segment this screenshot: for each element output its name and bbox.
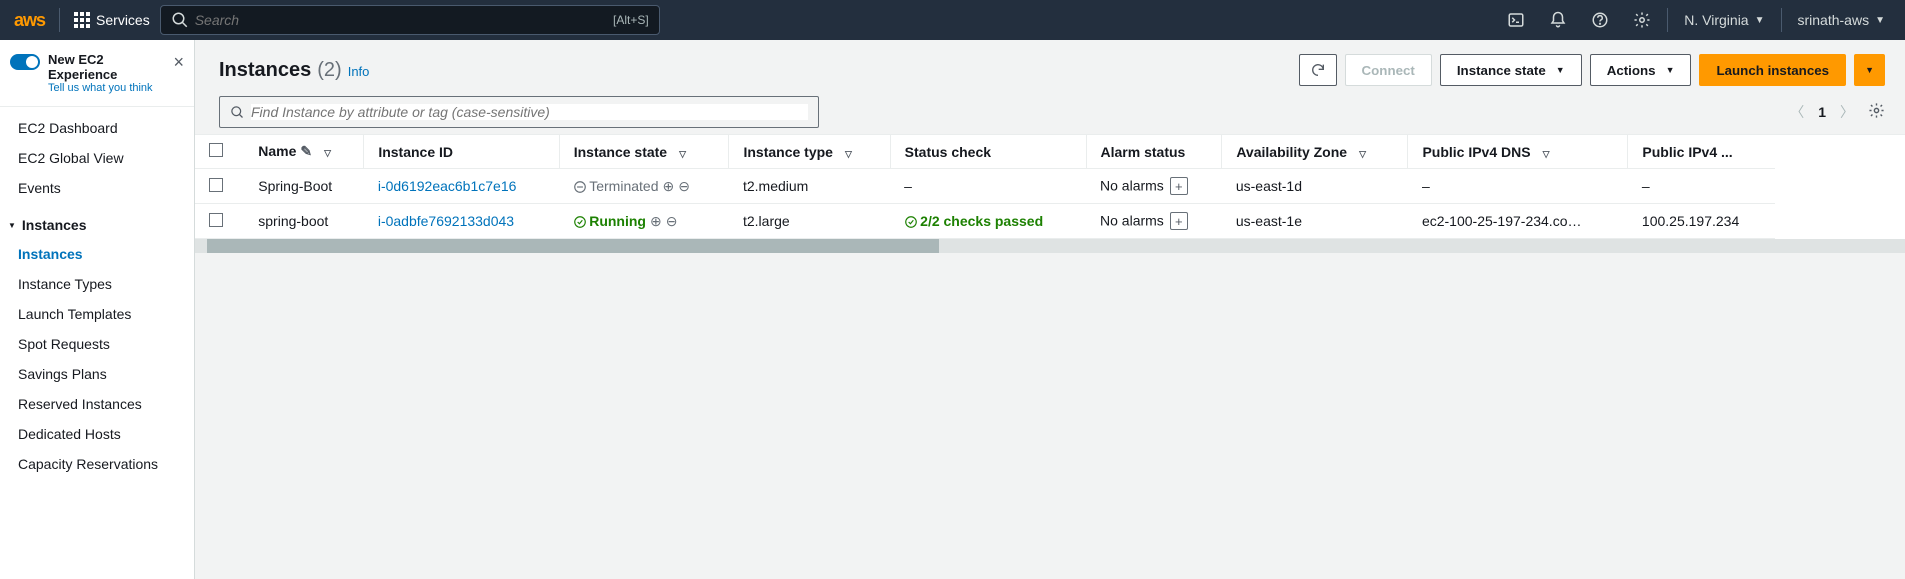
sidebar-item[interactable]: EC2 Global View: [0, 143, 194, 173]
caret-down-icon: ▼: [1875, 15, 1885, 26]
page-next[interactable]: 〉: [1840, 102, 1854, 122]
region-selector[interactable]: N. Virginia ▼: [1672, 0, 1776, 40]
table-settings-button[interactable]: [1868, 102, 1885, 122]
sidebar-item[interactable]: EC2 Dashboard: [0, 113, 194, 143]
search-icon: [230, 105, 245, 120]
sidebar-item[interactable]: Dedicated Hosts: [0, 419, 194, 449]
experience-feedback-link[interactable]: Tell us what you think: [48, 82, 173, 94]
cell-status: 2/2 checks passed: [890, 204, 1086, 239]
cell-name: spring-boot: [244, 204, 364, 239]
instances-table: Name✎▽ Instance ID Instance state▽ Insta…: [195, 134, 1905, 239]
services-grid-icon: [74, 12, 90, 28]
cell-type: t2.large: [729, 204, 890, 239]
connect-button[interactable]: Connect: [1345, 54, 1432, 86]
account-menu[interactable]: srinath-aws ▼: [1786, 0, 1898, 40]
chevron-down-icon: ▼: [8, 221, 16, 230]
table-row[interactable]: Spring-Boot i-0d6192eac6b1c7e16 Terminated…: [195, 169, 1775, 204]
settings-button[interactable]: [1621, 0, 1663, 40]
page-prev[interactable]: 〈: [1790, 102, 1804, 122]
row-checkbox[interactable]: [209, 178, 223, 192]
sort-icon[interactable]: ▽: [324, 148, 331, 158]
close-banner-button[interactable]: ×: [173, 52, 184, 73]
actions-button[interactable]: Actions▼: [1590, 54, 1692, 86]
caret-down-icon: ▼: [1755, 15, 1765, 26]
sidebar-item[interactable]: Instance Types: [0, 269, 194, 299]
cell-ip: –: [1628, 169, 1775, 204]
instance-state-button[interactable]: Instance state▼: [1440, 54, 1582, 86]
sidebar-section-instances[interactable]: ▼ Instances: [0, 209, 194, 239]
notifications-button[interactable]: [1537, 0, 1579, 40]
global-search-input[interactable]: [195, 12, 613, 28]
add-alarm-button[interactable]: +: [1170, 212, 1188, 230]
sidebar-item[interactable]: Launch Templates: [0, 299, 194, 329]
filter-input[interactable]: [251, 104, 808, 120]
sidebar-item[interactable]: Instances: [0, 239, 194, 269]
cell-dns: –: [1408, 169, 1628, 204]
cell-type: t2.medium: [729, 169, 890, 204]
instance-id-link[interactable]: i-0adbfe7692133d043: [378, 213, 514, 229]
sort-icon[interactable]: ▽: [1359, 149, 1366, 159]
sidebar-item[interactable]: Events: [0, 173, 194, 203]
edit-icon[interactable]: ✎: [300, 143, 312, 159]
zoom-out-icon[interactable]: ⊖: [678, 178, 690, 194]
cell-az: us-east-1d: [1222, 169, 1408, 204]
table-row[interactable]: spring-boot i-0adbfe7692133d043 Running⊕⊖t…: [195, 204, 1775, 239]
zoom-in-icon[interactable]: ⊕: [662, 178, 674, 194]
instance-count: (2): [317, 59, 341, 82]
refresh-icon: [1310, 62, 1326, 78]
cell-name: Spring-Boot: [244, 169, 364, 204]
experience-title: New EC2 Experience: [48, 52, 173, 82]
search-icon: [171, 11, 189, 29]
refresh-button[interactable]: [1299, 54, 1337, 86]
global-search[interactable]: [Alt+S]: [160, 5, 660, 35]
gear-icon: [1868, 102, 1885, 119]
new-experience-banner: New EC2 Experience Tell us what you thin…: [0, 40, 194, 107]
cell-state: Running⊕⊖: [559, 204, 729, 239]
horizontal-scrollbar[interactable]: [195, 239, 1905, 253]
terminal-icon: [1507, 11, 1525, 29]
sidebar-section-label: Instances: [22, 217, 87, 233]
sort-icon[interactable]: ▽: [1543, 149, 1550, 159]
cell-status: –: [890, 169, 1086, 204]
cell-alarm: No alarms+: [1086, 169, 1222, 204]
filter-instances[interactable]: [219, 96, 819, 128]
instance-id-link[interactable]: i-0d6192eac6b1c7e16: [378, 178, 517, 194]
launch-instances-dropdown[interactable]: ▼: [1854, 54, 1885, 86]
search-shortcut: [Alt+S]: [613, 13, 649, 27]
cell-az: us-east-1e: [1222, 204, 1408, 239]
cell-state: Terminated⊕⊖: [559, 169, 729, 204]
sidebar: New EC2 Experience Tell us what you thin…: [0, 40, 195, 579]
main-panel: Instances (2) Info Connect Instance stat…: [195, 40, 1905, 579]
page-title: Instances: [219, 59, 311, 82]
services-label: Services: [96, 12, 150, 28]
sidebar-item[interactable]: Capacity Reservations: [0, 449, 194, 479]
help-icon: [1591, 11, 1609, 29]
select-all-checkbox[interactable]: [209, 143, 223, 157]
page-number: 1: [1818, 104, 1826, 120]
launch-instances-button[interactable]: Launch instances: [1699, 54, 1846, 86]
zoom-in-icon[interactable]: ⊕: [650, 213, 662, 229]
gear-icon: [1633, 11, 1651, 29]
global-nav: aws Services [Alt+S] N. Virginia ▼ srinat…: [0, 0, 1905, 40]
info-link[interactable]: Info: [348, 64, 370, 79]
sidebar-item[interactable]: Reserved Instances: [0, 389, 194, 419]
experience-toggle[interactable]: [10, 54, 40, 70]
zoom-out-icon[interactable]: ⊖: [666, 213, 678, 229]
cell-ip: 100.25.197.234: [1628, 204, 1775, 239]
services-menu[interactable]: Services: [64, 0, 160, 40]
cell-alarm: No alarms+: [1086, 204, 1222, 239]
sidebar-item[interactable]: Spot Requests: [0, 329, 194, 359]
sidebar-item[interactable]: Savings Plans: [0, 359, 194, 389]
bell-icon: [1549, 11, 1567, 29]
cloudshell-button[interactable]: [1495, 0, 1537, 40]
sort-icon[interactable]: ▽: [845, 149, 852, 159]
cell-dns: ec2-100-25-197-234.co…: [1408, 204, 1628, 239]
sort-icon[interactable]: ▽: [679, 149, 686, 159]
row-checkbox[interactable]: [209, 213, 223, 227]
add-alarm-button[interactable]: +: [1170, 177, 1188, 195]
aws-logo[interactable]: aws: [14, 10, 45, 31]
account-name: srinath-aws: [1798, 12, 1870, 28]
region-name: N. Virginia: [1684, 12, 1748, 28]
help-button[interactable]: [1579, 0, 1621, 40]
